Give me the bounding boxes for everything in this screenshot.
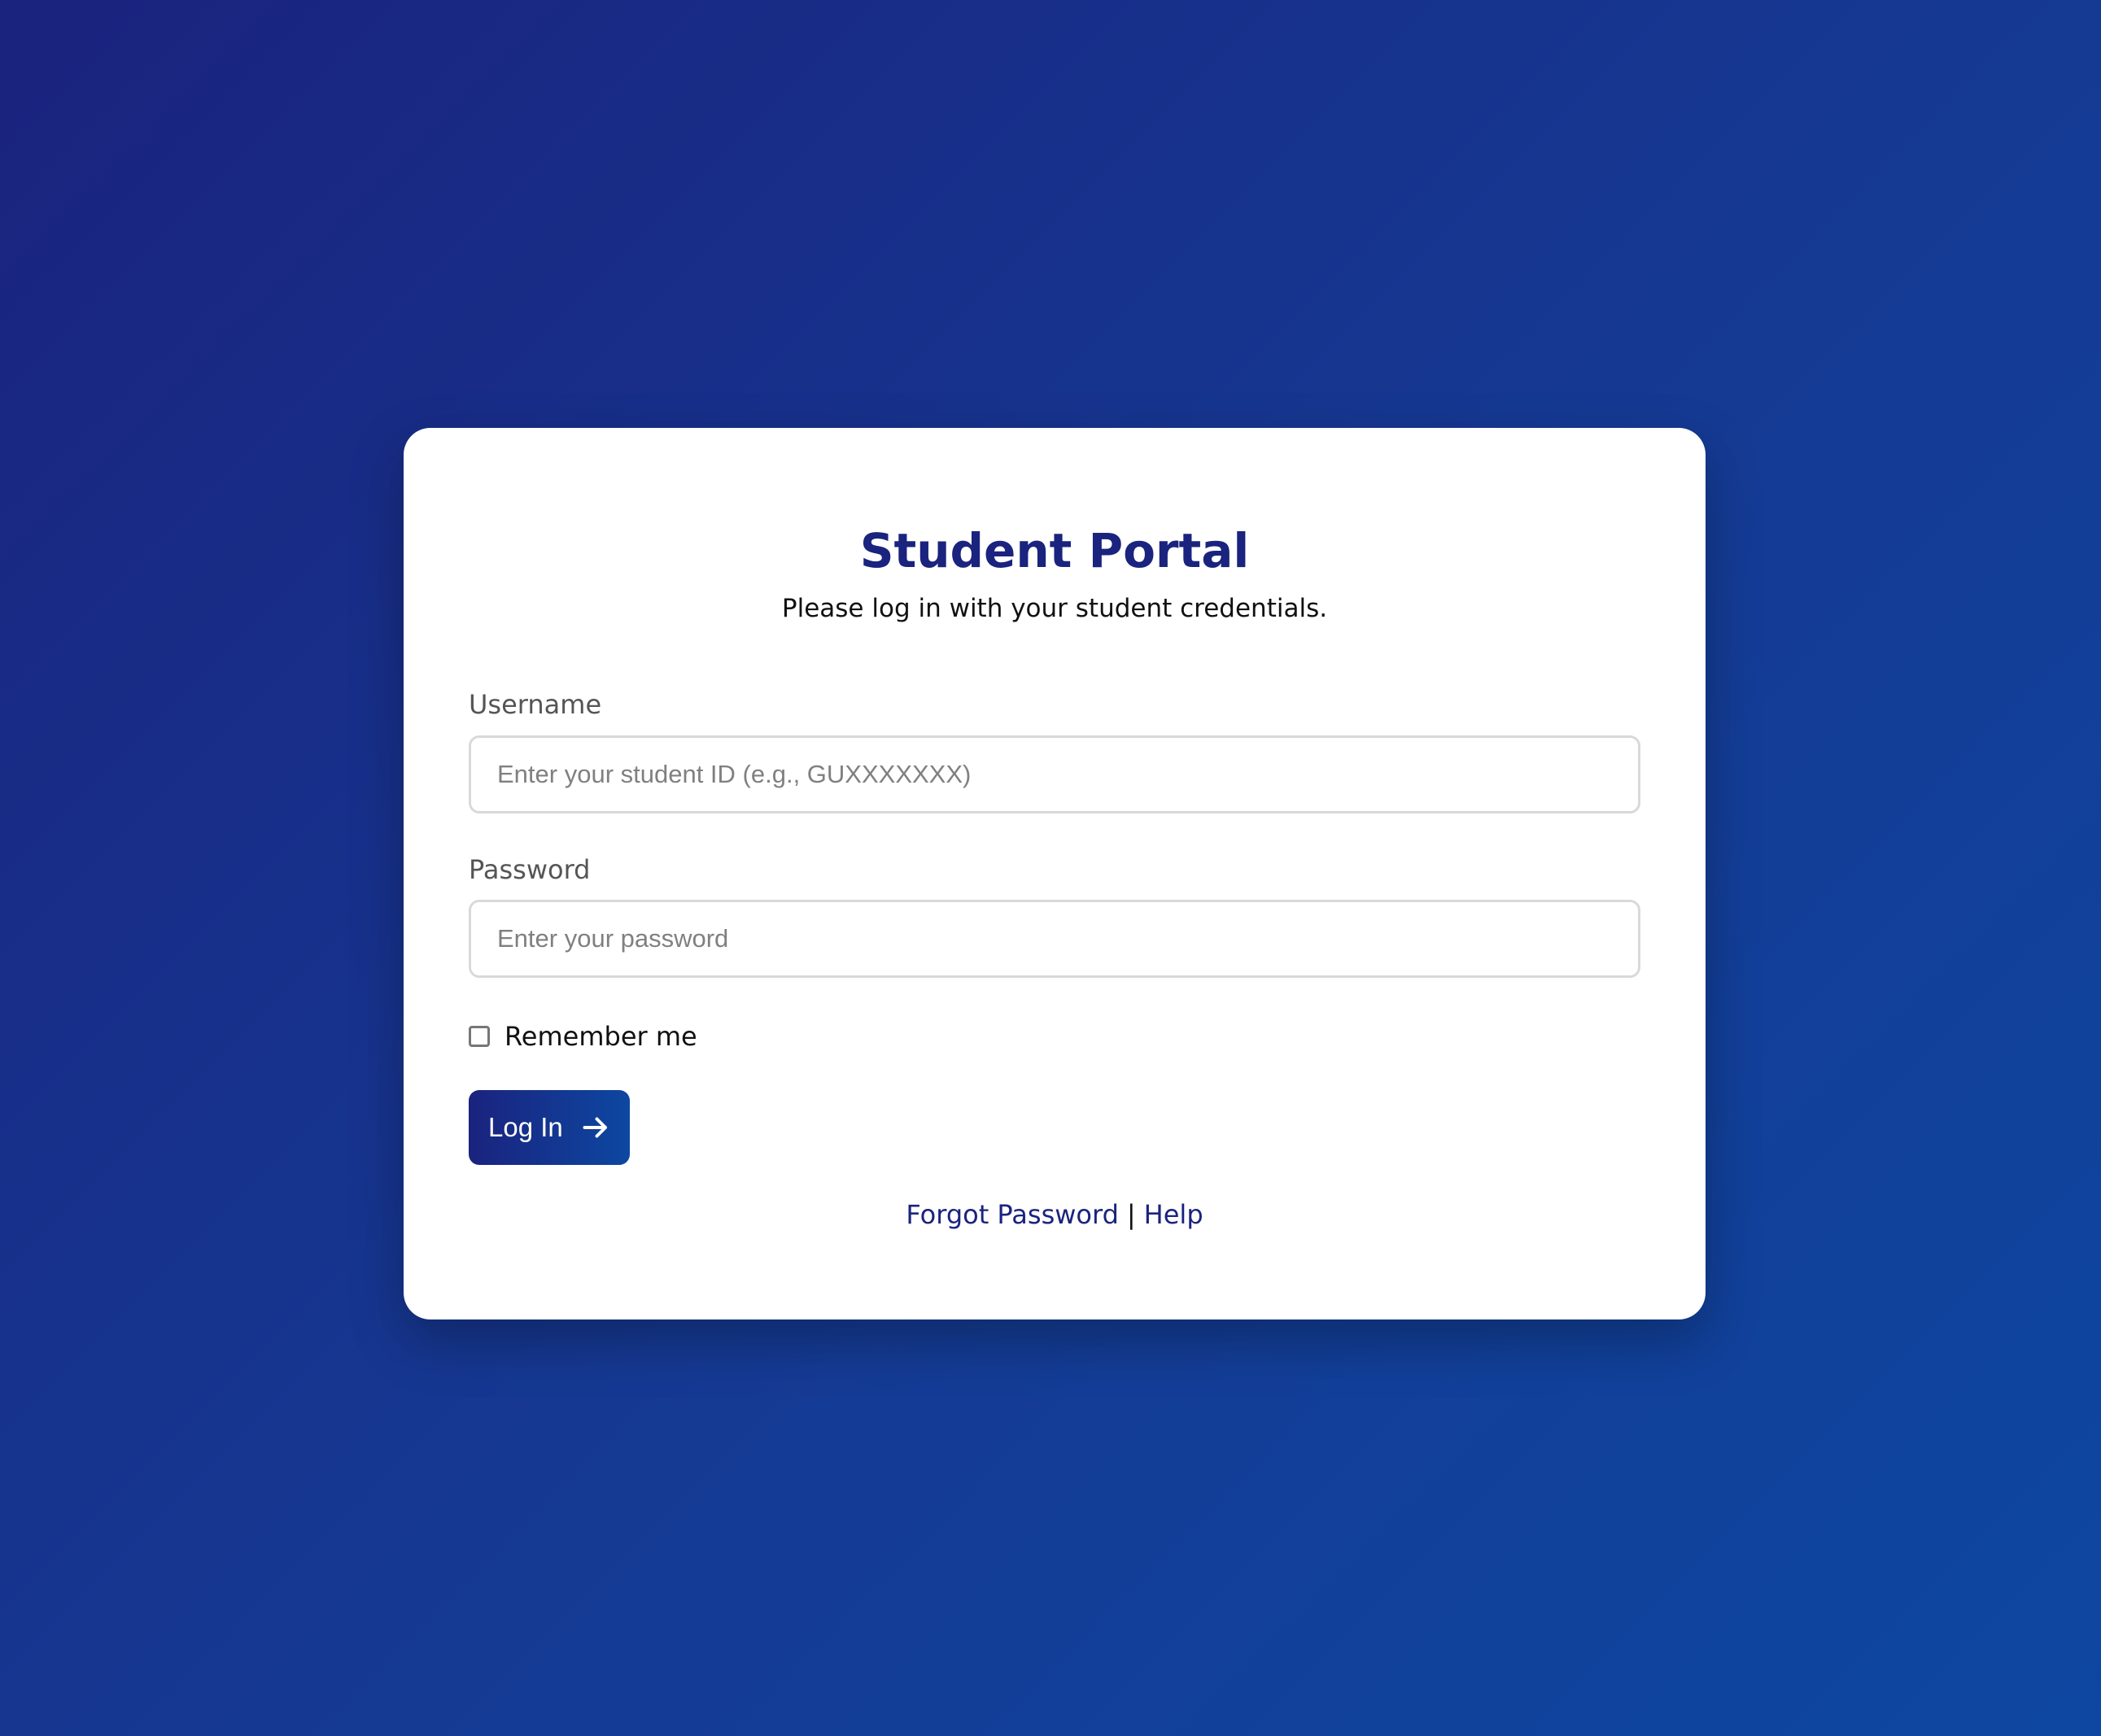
remember-me-row: Remember me <box>469 1020 1640 1053</box>
remember-me-checkbox[interactable] <box>469 1025 490 1047</box>
remember-me-label[interactable]: Remember me <box>505 1023 697 1049</box>
footer-links: Forgot Password | Help <box>469 1199 1640 1230</box>
password-input[interactable] <box>469 899 1640 978</box>
username-input[interactable] <box>469 735 1640 813</box>
login-button[interactable]: Log In <box>469 1089 630 1165</box>
password-label: Password <box>469 853 591 885</box>
username-label: Username <box>469 689 602 721</box>
login-button-label: Log In <box>488 1111 563 1142</box>
login-card: Student Portal Please log in with your s… <box>404 428 1706 1319</box>
link-separator: | <box>1126 1198 1136 1230</box>
page-subtitle: Please log in with your student credenti… <box>781 594 1328 623</box>
forgot-password-link[interactable]: Forgot Password <box>906 1199 1119 1230</box>
arrow-right-icon <box>583 1117 607 1138</box>
help-link[interactable]: Help <box>1144 1199 1203 1230</box>
page-title: Student Portal <box>859 523 1250 578</box>
